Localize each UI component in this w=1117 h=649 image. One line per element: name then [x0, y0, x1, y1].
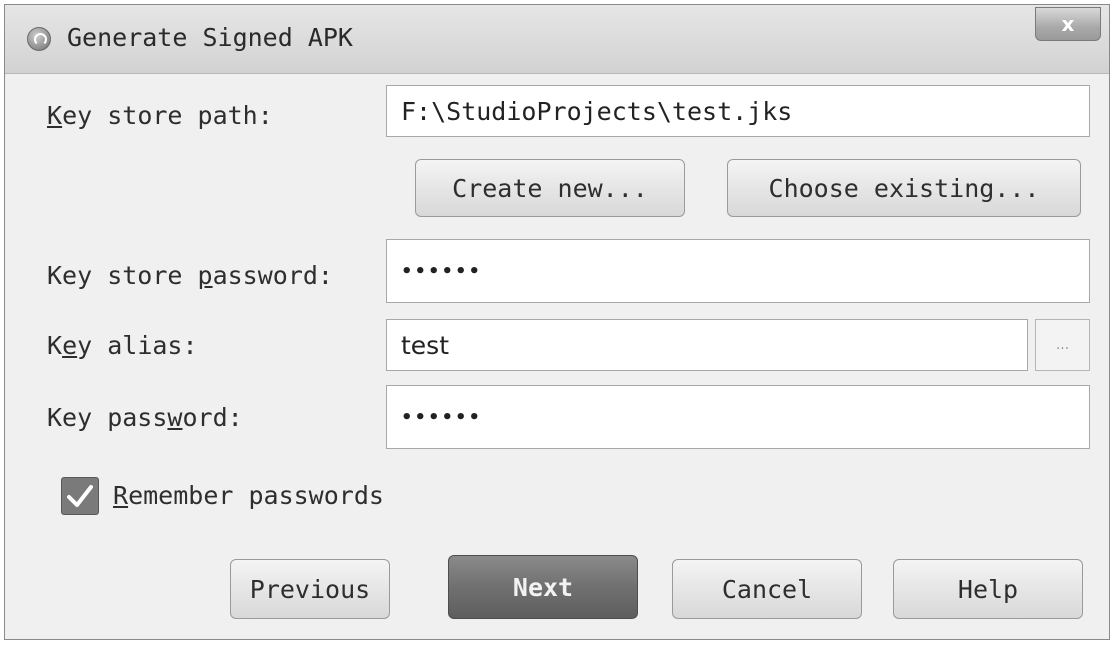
key-store-password-label: Key store password: [47, 261, 333, 290]
key-store-path-label: Key store path: [47, 101, 273, 130]
key-alias-value: test [401, 330, 450, 360]
remember-passwords-checkbox[interactable] [61, 477, 99, 515]
key-alias-label: Key alias: [47, 331, 198, 360]
browse-alias-button[interactable]: ... [1035, 319, 1090, 371]
android-studio-icon [27, 27, 51, 51]
cancel-button[interactable]: Cancel [672, 559, 862, 619]
key-alias-field[interactable]: test [386, 319, 1028, 371]
checkmark-icon [67, 485, 93, 507]
previous-button[interactable]: Previous [230, 559, 390, 619]
create-new-button[interactable]: Create new... [415, 159, 685, 217]
key-password-label: Key password: [47, 403, 243, 432]
key-password-value: •••••• [401, 406, 483, 428]
key-store-password-value: •••••• [401, 260, 483, 282]
close-icon: x [1061, 12, 1075, 36]
choose-existing-button[interactable]: Choose existing... [727, 159, 1081, 217]
key-store-path-value: F:\StudioProjects\test.jks [401, 96, 793, 126]
generate-signed-apk-dialog: Generate Signed APK x Key store path: F:… [4, 4, 1110, 640]
key-store-path-field[interactable]: F:\StudioProjects\test.jks [386, 85, 1090, 137]
key-password-field[interactable]: •••••• [386, 385, 1090, 449]
close-button[interactable]: x [1035, 7, 1101, 41]
key-store-password-field[interactable]: •••••• [386, 239, 1090, 303]
title-bar: Generate Signed APK x [5, 5, 1109, 74]
next-button[interactable]: Next [448, 555, 638, 619]
help-button[interactable]: Help [893, 559, 1083, 619]
window-title: Generate Signed APK [67, 23, 353, 52]
remember-passwords-label[interactable]: Remember passwords [113, 481, 384, 510]
